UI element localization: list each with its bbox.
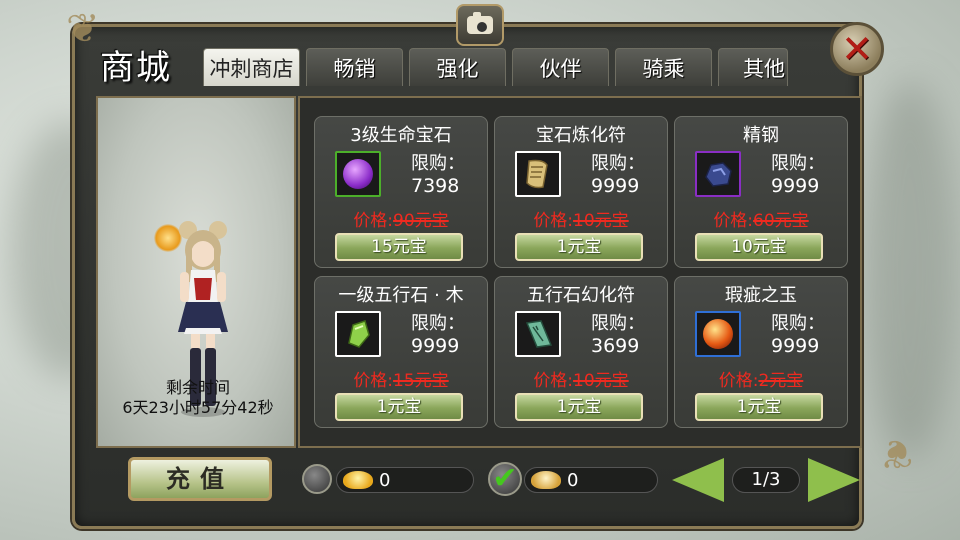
price-label: 价格: bbox=[353, 211, 394, 231]
gold-balance-value: 0 bbox=[379, 469, 391, 491]
next-page-arrow-icon[interactable] bbox=[808, 458, 860, 502]
old-price-value: 15元宝 bbox=[393, 371, 449, 391]
gold-balance: 0 bbox=[336, 467, 474, 493]
original-price: 价格:2元宝 bbox=[675, 366, 847, 391]
old-price-value: 10元宝 bbox=[573, 371, 629, 391]
original-price: 价格:15元宝 bbox=[315, 366, 487, 391]
item-card: 精钢 限购： 9999 价格:60元宝 10元宝 bbox=[674, 116, 848, 268]
original-price: 价格:60元宝 bbox=[675, 206, 847, 231]
close-icon: ✕ bbox=[841, 27, 873, 71]
page-indicator: 1/3 bbox=[732, 467, 800, 493]
character-panel: 剩余时间 6天23小时57分42秒 bbox=[96, 96, 296, 448]
item-card: 一级五行石 · 木 限购： 9999 价格:15元宝 1元宝 bbox=[314, 276, 488, 428]
fire-orb-icon[interactable] bbox=[695, 311, 741, 357]
buy-button[interactable]: 1元宝 bbox=[695, 393, 823, 421]
page-title: 商城 bbox=[100, 48, 172, 88]
purchase-limit-label: 限购： bbox=[411, 153, 465, 174]
buy-button[interactable]: 1元宝 bbox=[515, 233, 643, 261]
purchase-limit-label: 限购： bbox=[771, 153, 825, 174]
original-price: 价格:10元宝 bbox=[495, 366, 667, 391]
camera-icon bbox=[467, 12, 493, 34]
item-name: 宝石炼化符 bbox=[536, 125, 626, 146]
item-name: 一级五行石 · 木 bbox=[338, 285, 464, 306]
tab-bestsellers[interactable]: 畅销 bbox=[306, 48, 403, 86]
old-price-value: 2元宝 bbox=[758, 371, 804, 391]
green-stone-icon[interactable] bbox=[335, 311, 381, 357]
tab-sprint-shop[interactable]: 冲刺商店 bbox=[203, 48, 300, 86]
item-name: 瑕疵之玉 bbox=[725, 285, 797, 306]
purchase-limit-value: 7398 bbox=[411, 175, 460, 197]
old-price-value: 10元宝 bbox=[573, 211, 629, 231]
talisman-icon[interactable] bbox=[515, 311, 561, 357]
item-name: 3级生命宝石 bbox=[350, 125, 452, 146]
tab-partner[interactable]: 伙伴 bbox=[512, 48, 609, 86]
item-name: 精钢 bbox=[743, 125, 779, 146]
buy-button[interactable]: 15元宝 bbox=[335, 233, 463, 261]
bound-ingot-icon bbox=[531, 471, 561, 489]
purple-gem-icon[interactable] bbox=[335, 151, 381, 197]
remaining-time-value: 6天23小时57分42秒 bbox=[122, 398, 274, 417]
item-card: 宝石炼化符 限购： 9999 价格:10元宝 1元宝 bbox=[494, 116, 668, 268]
gold-currency-radio[interactable] bbox=[302, 464, 332, 494]
purchase-limit-label: 限购： bbox=[411, 313, 465, 334]
purchase-limit-value: 9999 bbox=[411, 335, 460, 357]
price-label: 价格: bbox=[533, 211, 574, 231]
tab-other[interactable]: 其他 bbox=[718, 48, 788, 86]
recharge-button[interactable]: 充值 bbox=[128, 457, 272, 501]
item-grid: 3级生命宝石 限购： 7398 价格:90元宝 15元宝 宝石炼化符 限购： 9… bbox=[314, 116, 848, 428]
gold-ingot-icon bbox=[343, 471, 373, 489]
item-name: 五行石幻化符 bbox=[527, 285, 635, 306]
tab-enhance[interactable]: 强化 bbox=[409, 48, 506, 86]
purchase-limit-value: 9999 bbox=[591, 175, 640, 197]
ore-icon[interactable] bbox=[695, 151, 741, 197]
purchase-limit-value: 9999 bbox=[771, 175, 820, 197]
scroll-icon[interactable] bbox=[515, 151, 561, 197]
original-price: 价格:10元宝 bbox=[495, 206, 667, 231]
bound-gold-balance: 0 bbox=[524, 467, 658, 493]
buy-button[interactable]: 10元宝 bbox=[695, 233, 823, 261]
screenshot-button[interactable] bbox=[456, 4, 504, 46]
bound-gold-balance-value: 0 bbox=[567, 469, 579, 491]
tab-mount[interactable]: 骑乘 bbox=[615, 48, 712, 86]
checkmark-icon: ✔ bbox=[492, 461, 518, 496]
original-price: 价格:90元宝 bbox=[315, 206, 487, 231]
character-avatar bbox=[178, 221, 228, 417]
price-label: 价格: bbox=[533, 371, 574, 391]
prev-page-arrow-icon[interactable] bbox=[672, 458, 724, 502]
item-card: 3级生命宝石 限购： 7398 价格:90元宝 15元宝 bbox=[314, 116, 488, 268]
shop-item-panel: 3级生命宝石 限购： 7398 价格:90元宝 15元宝 宝石炼化符 限购： 9… bbox=[298, 96, 862, 448]
item-card: 瑕疵之玉 限购： 9999 价格:2元宝 1元宝 bbox=[674, 276, 848, 428]
price-label: 价格: bbox=[718, 371, 759, 391]
purchase-limit-label: 限购： bbox=[771, 313, 825, 334]
purchase-limit-label: 限购： bbox=[591, 313, 645, 334]
bound-currency-checkbox[interactable]: ✔ bbox=[488, 462, 522, 496]
tab-bar: 冲刺商店 畅销 强化 伙伴 骑乘 其他 bbox=[203, 48, 788, 86]
buy-button[interactable]: 1元宝 bbox=[515, 393, 643, 421]
background-ink bbox=[860, 80, 960, 460]
old-price-value: 60元宝 bbox=[753, 211, 809, 231]
old-price-value: 90元宝 bbox=[393, 211, 449, 231]
purchase-limit-value: 9999 bbox=[771, 335, 820, 357]
item-card: 五行石幻化符 限购： 3699 价格:10元宝 1元宝 bbox=[494, 276, 668, 428]
dragon-ornament-icon: ❦ bbox=[66, 6, 100, 52]
purchase-limit-value: 3699 bbox=[591, 335, 640, 357]
buy-button[interactable]: 1元宝 bbox=[335, 393, 463, 421]
purchase-limit-label: 限购： bbox=[591, 153, 645, 174]
price-label: 价格: bbox=[353, 371, 394, 391]
price-label: 价格: bbox=[713, 211, 754, 231]
dragon-ornament-icon: ❦ bbox=[880, 430, 914, 476]
close-button[interactable]: ✕ bbox=[830, 22, 884, 76]
